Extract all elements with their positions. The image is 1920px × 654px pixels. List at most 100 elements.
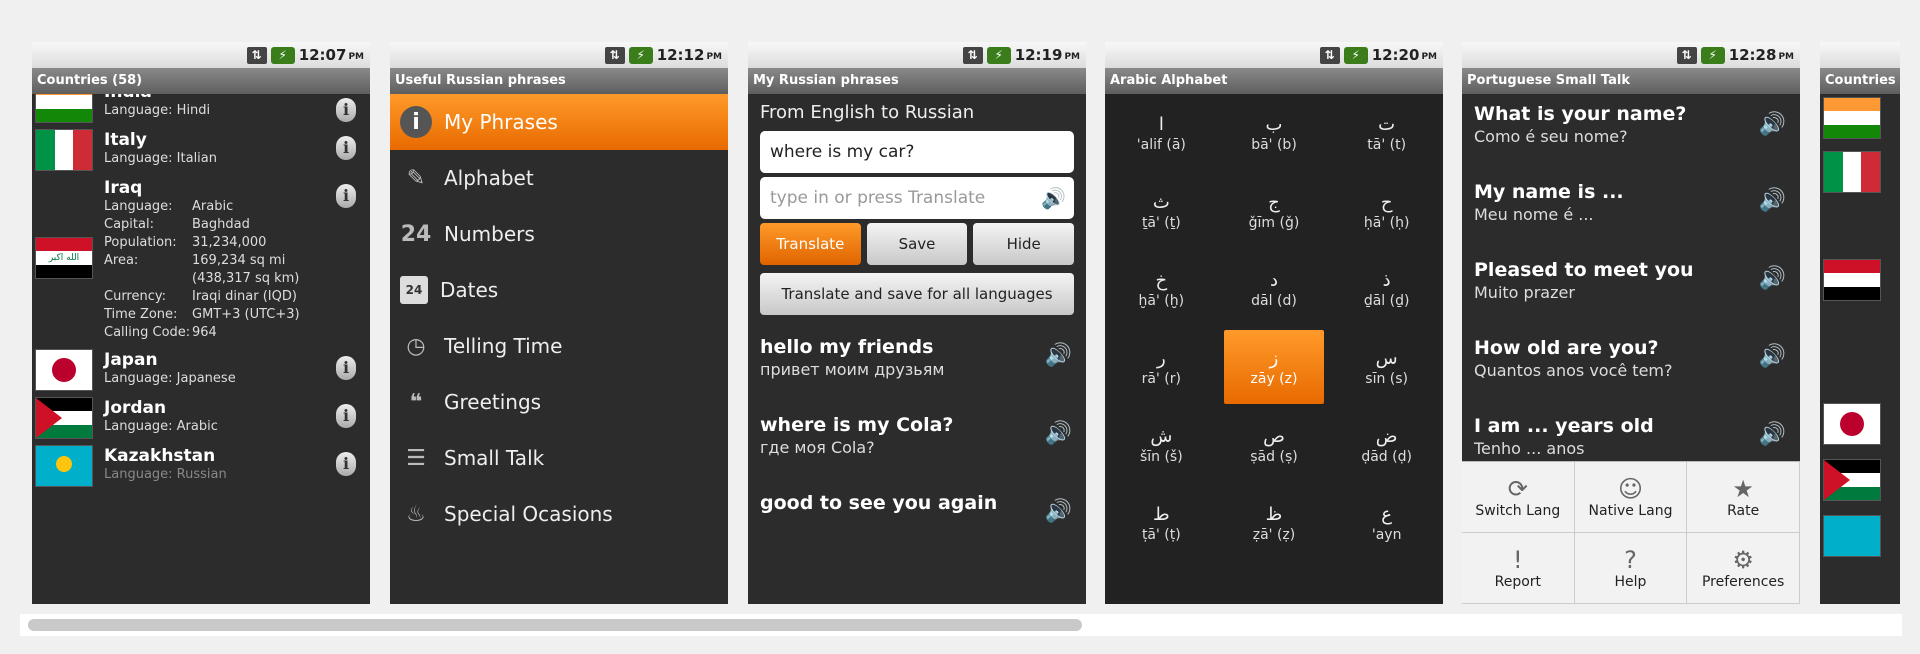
speaker-icon[interactable]: 🔊 [1045,499,1072,524]
menu-item-dates[interactable]: 24 Dates [390,262,728,318]
help-button[interactable]: ? Help [1574,533,1688,604]
status-bar: ⇅ ⚡ 12:07 PM [32,42,370,68]
letter-cell[interactable]: ش šīn (š) [1111,408,1212,482]
report-button[interactable]: ! Report [1462,533,1575,604]
info-icon[interactable]: i [336,98,356,122]
letter-translit: šīn (š) [1139,449,1183,465]
list-item[interactable]: Kazakhstan Language: Russian i [32,442,370,490]
menu-item-telling-time[interactable]: ◷ Telling Time [390,318,728,374]
menu-item-numbers[interactable]: 24 Numbers [390,206,728,262]
letter-cell[interactable]: ض ḍād (ḍ) [1336,408,1437,482]
info-icon[interactable]: i [336,356,356,380]
letter-cell[interactable]: ب bā' (b) [1224,96,1325,170]
info-icon[interactable]: i [336,452,356,476]
scrollbar-thumb[interactable] [28,619,1082,631]
letter-cell[interactable]: ع 'ayn [1336,486,1437,560]
hide-button[interactable]: Hide [973,223,1075,265]
letter-cell[interactable]: ح ḥā' (ḥ) [1336,174,1437,248]
title-bar: Portuguese Small Talk [1462,68,1800,94]
option-label: Report [1494,574,1542,590]
speaker-icon[interactable]: 🔊 [1759,422,1786,447]
menu-item-my-phrases[interactable]: i My Phrases [390,94,728,150]
flag-jordan-icon [36,398,92,438]
info-icon[interactable]: i [336,404,356,428]
horizontal-scrollbar[interactable] [20,614,1902,636]
detail-value: GMT+3 (UTC+3) [192,307,300,322]
letter-cell[interactable]: خ ḫā' (ḫ) [1111,252,1212,326]
phrase-translation: привет моим друзьям [760,360,945,379]
menu-item-small-talk[interactable]: ☰ Small Talk [390,430,728,486]
country-language: Language: Russian [104,467,227,482]
native-lang-button[interactable]: ☺ Native Lang [1574,462,1688,533]
list-item[interactable]: Italy Language: Italian i [32,126,370,174]
preferences-button[interactable]: ⚙ Preferences [1687,533,1800,604]
letter-glyph: ص [1263,426,1285,447]
letter-cell[interactable]: ظ ẓā' (ẓ) [1224,486,1325,560]
letter-translit: 'ayn [1371,527,1402,543]
speaker-icon[interactable]: 🔊 [1759,266,1786,291]
phrase-source: My name is ... [1474,181,1624,203]
letter-translit: tā' (t) [1367,137,1407,153]
speaker-icon[interactable]: 🔊 [1045,421,1072,446]
letter-cell[interactable]: س sīn (s) [1336,330,1437,404]
clock-ampm: PM [706,52,722,62]
action-buttons: Translate Save Hide [760,223,1075,265]
menu-item-label: Dates [440,278,499,302]
clock-time: 12:07 [298,46,347,64]
letter-cell[interactable]: ط ṭā' (ṭ) [1111,486,1212,560]
translate-all-button[interactable]: Translate and save for all languages [760,273,1074,315]
menu-item-greetings[interactable]: ❝ Greetings [390,374,728,430]
letter-cell[interactable]: ت tā' (t) [1336,96,1437,170]
clock-ampm: PM [1421,52,1437,62]
cake-icon: ♨ [406,501,426,527]
letter-glyph: ذ [1382,270,1391,291]
menu-item-special-ocasions[interactable]: ♨ Special Ocasions [390,486,728,542]
letter-cell-selected[interactable]: ز zāy (z) [1223,330,1325,404]
option-label: Switch Lang [1475,503,1561,519]
list-item[interactable]: Jordan Language: Arabic i [32,394,370,442]
letter-cell[interactable]: ذ ḏāl (ḏ) [1336,252,1437,326]
letter-cell[interactable]: د dāl (d) [1224,252,1325,326]
list-item[interactable]: hello my friends привет моим друзьям 🔊 [748,325,1086,403]
info-icon[interactable]: i [336,184,356,208]
list-item[interactable]: where is my Cola? где моя Cola? 🔊 [748,403,1086,481]
letter-glyph: ض [1375,426,1398,447]
save-button[interactable]: Save [866,223,968,265]
list-item[interactable]: good to see you again 🔊 [748,481,1086,559]
letter-cell[interactable]: ا 'alif (ā) [1111,96,1212,170]
letter-cell[interactable]: ر rā' (r) [1111,330,1212,404]
source-input[interactable]: where is my car? [760,131,1074,173]
list-item[interactable]: What is your name? Como é seu nome? 🔊 [1462,94,1800,170]
screen-small-talk: ⇅ ⚡ 12:28 PM Portuguese Small Talk What i… [1462,42,1800,604]
detail-value: 169,234 sq mi [192,253,286,268]
list-item[interactable]: IndiaLanguage: Hindi i [32,94,370,126]
letter-cell[interactable]: ث ṯā' (ṯ) [1111,174,1212,248]
menu-item-alphabet[interactable]: ✎ Alphabet [390,150,728,206]
list-item[interactable]: My name is ... Meu nome é ... 🔊 [1462,170,1800,248]
switch-lang-button[interactable]: ⟳ Switch Lang [1462,462,1575,533]
country-list[interactable]: IndiaLanguage: Hindi i ItalyLanguage: It… [32,94,370,604]
translation-field[interactable]: type in or press Translate 🔊 [760,177,1074,219]
list-item[interactable]: Japan Language: Japanese i [32,346,370,394]
speaker-icon[interactable]: 🔊 [1045,343,1072,368]
letter-glyph: ا [1158,114,1164,135]
clock-ampm: PM [1778,52,1794,62]
info-icon[interactable]: i [336,136,356,160]
rate-button[interactable]: ★ Rate [1687,462,1800,533]
speaker-icon[interactable]: 🔊 [1759,188,1786,213]
translate-button[interactable]: Translate [760,223,861,265]
report-icon: ! [1513,546,1523,574]
status-bar: ⇅ ⚡ 12:28 PM [1462,42,1800,68]
clock-icon: ◷ [406,333,426,359]
list-item[interactable]: الله اكبر Iraq Language: Arabic Capital: B… [32,174,370,346]
phrase-source: hello my friends [760,336,934,358]
detail-key: Language: [104,199,173,214]
list-item[interactable]: How old are you? Quantos anos você tem? 🔊 [1462,326,1800,404]
speaker-icon[interactable]: 🔊 [1759,112,1786,137]
flag-jordan-icon [1824,460,1880,500]
speaker-icon[interactable]: 🔊 [1041,177,1066,219]
letter-cell[interactable]: ج ǧīm (ǧ) [1224,174,1325,248]
letter-cell[interactable]: ص ṣād (ṣ) [1224,408,1325,482]
list-item[interactable]: Pleased to meet you Muito prazer 🔊 [1462,248,1800,326]
speaker-icon[interactable]: 🔊 [1759,344,1786,369]
